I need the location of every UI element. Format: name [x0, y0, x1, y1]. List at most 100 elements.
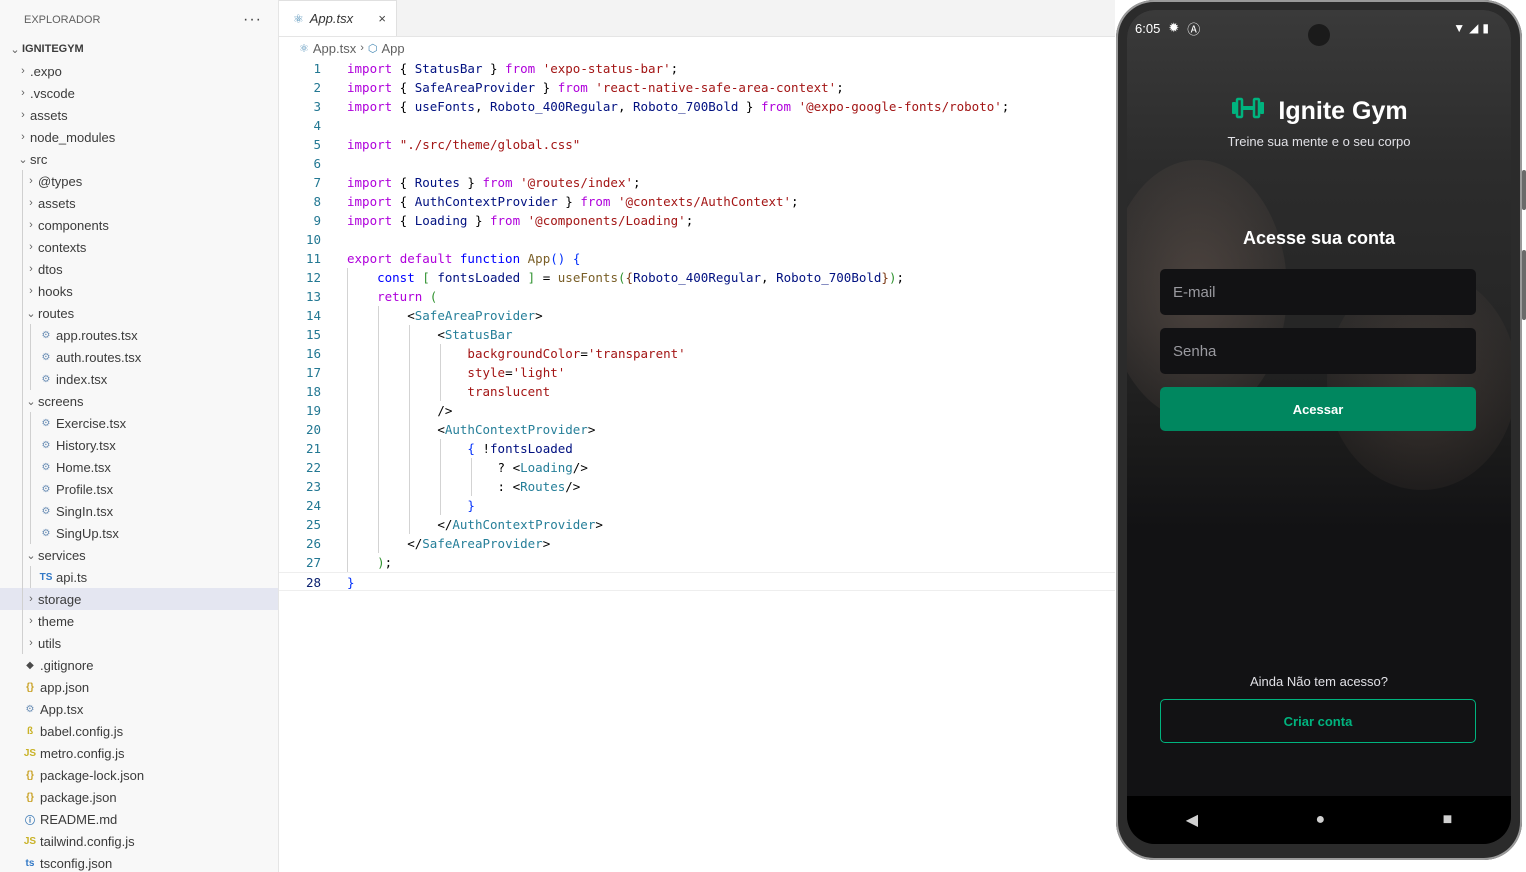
- tree-item-assets[interactable]: › assets: [0, 104, 278, 126]
- code-line[interactable]: 17 style='light': [279, 363, 1115, 382]
- tree-item-services[interactable]: ⌄ services: [0, 544, 278, 566]
- tab-app-tsx[interactable]: ⚛ App.tsx ×: [279, 0, 397, 36]
- code-token: ;: [633, 175, 641, 190]
- tree-item-storage[interactable]: › storage: [0, 588, 278, 610]
- code-line[interactable]: 22 ? <Loading/>: [279, 458, 1115, 477]
- tree-item-home-tsx[interactable]: ⚙ Home.tsx: [0, 456, 278, 478]
- tree-item-package-lock-json[interactable]: {} package-lock.json: [0, 764, 278, 786]
- tree-item-babel-config-js[interactable]: ß babel.config.js: [0, 720, 278, 742]
- tree-item-app-routes-tsx[interactable]: ⚙ app.routes.tsx: [0, 324, 278, 346]
- tree-item-api-ts[interactable]: TS api.ts: [0, 566, 278, 588]
- explorer-root-folder[interactable]: ⌄ IGNITEGYM: [0, 38, 278, 60]
- code-line[interactable]: 14 <SafeAreaProvider>: [279, 306, 1115, 325]
- code-line[interactable]: 13 return (: [279, 287, 1115, 306]
- code-token: import: [347, 194, 393, 209]
- line-number: 2: [313, 80, 321, 95]
- code-line[interactable]: 5 import "./src/theme/global.css": [279, 135, 1115, 154]
- tree-item-label: .vscode: [30, 85, 75, 101]
- code-line[interactable]: 1 import { StatusBar } from 'expo-status-…: [279, 59, 1115, 78]
- code-line[interactable]: 12 const [ fontsLoaded ] = useFonts({Rob…: [279, 268, 1115, 287]
- tree-item-screens[interactable]: ⌄ screens: [0, 390, 278, 412]
- code-line[interactable]: 20 <AuthContextProvider>: [279, 420, 1115, 439]
- breadcrumb-file[interactable]: App.tsx: [313, 41, 356, 56]
- code-line[interactable]: 8 import { AuthContextProvider } from '@c…: [279, 192, 1115, 211]
- code-line[interactable]: 24 }: [279, 496, 1115, 515]
- code-token: import: [347, 213, 393, 228]
- tree-item-tailwind-config-js[interactable]: JS tailwind.config.js: [0, 830, 278, 852]
- code-line[interactable]: 11 export default function App() {: [279, 249, 1115, 268]
- tree-item-app-tsx[interactable]: ⚙ App.tsx: [0, 698, 278, 720]
- code-line[interactable]: 2 import { SafeAreaProvider } from 'react…: [279, 78, 1115, 97]
- code-line[interactable]: 28}: [279, 572, 1115, 591]
- more-actions-icon[interactable]: ···: [243, 11, 262, 29]
- tree-item-exercise-tsx[interactable]: ⚙ Exercise.tsx: [0, 412, 278, 434]
- code-line[interactable]: 6: [279, 154, 1115, 173]
- tree-item-auth-routes-tsx[interactable]: ⚙ auth.routes.tsx: [0, 346, 278, 368]
- tree-item-label: assets: [30, 107, 68, 123]
- login-button[interactable]: Acessar: [1160, 387, 1476, 431]
- code-line[interactable]: 27 );: [279, 553, 1115, 572]
- tree-item-app-json[interactable]: {} app.json: [0, 676, 278, 698]
- code-token: {: [392, 175, 415, 190]
- tree-item-expo[interactable]: › .expo: [0, 60, 278, 82]
- volume-button[interactable]: [1522, 250, 1526, 320]
- code-line[interactable]: 25 </AuthContextProvider>: [279, 515, 1115, 534]
- close-icon[interactable]: ×: [378, 11, 386, 26]
- code-token: import: [347, 99, 393, 114]
- tree-item-singin-tsx[interactable]: ⚙ SingIn.tsx: [0, 500, 278, 522]
- tree-item-package-json[interactable]: {} package.json: [0, 786, 278, 808]
- indent-guide: [30, 522, 31, 544]
- password-field[interactable]: Senha: [1160, 328, 1476, 374]
- tree-item-history-tsx[interactable]: ⚙ History.tsx: [0, 434, 278, 456]
- tree-item-tsconfig-json[interactable]: ts tsconfig.json: [0, 852, 278, 872]
- tree-item-hooks[interactable]: › hooks: [0, 280, 278, 302]
- tree-item-routes[interactable]: ⌄ routes: [0, 302, 278, 324]
- code-line[interactable]: 4: [279, 116, 1115, 135]
- code-line[interactable]: 16 backgroundColor='transparent': [279, 344, 1115, 363]
- code-line[interactable]: 18 translucent: [279, 382, 1115, 401]
- tree-item-utils[interactable]: › utils: [0, 632, 278, 654]
- code-line[interactable]: 21 { !fontsLoaded: [279, 439, 1115, 458]
- code-token: '@contexts/AuthContext': [617, 194, 792, 209]
- code-token: App: [527, 251, 551, 266]
- tree-item-theme[interactable]: › theme: [0, 610, 278, 632]
- tree-item-dtos[interactable]: › dtos: [0, 258, 278, 280]
- code-line[interactable]: 15 <StatusBar: [279, 325, 1115, 344]
- code-line[interactable]: 19 />: [279, 401, 1115, 420]
- power-button[interactable]: [1522, 170, 1526, 210]
- tree-item-metro-config-js[interactable]: JS metro.config.js: [0, 742, 278, 764]
- line-number: 25: [305, 517, 321, 532]
- line-text: <AuthContextProvider>: [347, 420, 595, 439]
- code-line[interactable]: 9 import { Loading } from '@components/Lo…: [279, 211, 1115, 230]
- create-account-button[interactable]: Criar conta: [1160, 699, 1476, 743]
- home-icon[interactable]: ●: [1315, 811, 1325, 829]
- tree-item-gitignore[interactable]: ◆ .gitignore: [0, 654, 278, 676]
- tree-item-index-tsx[interactable]: ⚙ index.tsx: [0, 368, 278, 390]
- back-icon[interactable]: ◀: [1186, 810, 1198, 830]
- code-line[interactable]: 26 </SafeAreaProvider>: [279, 534, 1115, 553]
- code-line[interactable]: 7 import { Routes } from '@routes/index';: [279, 173, 1115, 192]
- recents-icon[interactable]: ■: [1443, 811, 1453, 829]
- code-token: }: [347, 575, 355, 590]
- line-number: 5: [313, 137, 321, 152]
- code-area[interactable]: 1 import { StatusBar } from 'expo-status-…: [279, 59, 1115, 591]
- code-editor: ⚛ App.tsx × ⚛ App.tsx › ⬡ App 1 import { …: [279, 0, 1115, 872]
- tree-item-vscode[interactable]: › .vscode: [0, 82, 278, 104]
- tree-item-node-modules[interactable]: › node_modules: [0, 126, 278, 148]
- tree-item-components[interactable]: › components: [0, 214, 278, 236]
- tree-item-singup-tsx[interactable]: ⚙ SingUp.tsx: [0, 522, 278, 544]
- email-field[interactable]: E-mail: [1160, 269, 1476, 315]
- code-line[interactable]: 10: [279, 230, 1115, 249]
- tree-item-readme-md[interactable]: ⓘ README.md: [0, 808, 278, 830]
- tree-item-types[interactable]: › @types: [0, 170, 278, 192]
- breadcrumb-symbol[interactable]: App: [382, 41, 405, 56]
- tree-item-assets[interactable]: › assets: [0, 192, 278, 214]
- tree-item-src[interactable]: ⌄ src: [0, 148, 278, 170]
- tree-item-profile-tsx[interactable]: ⚙ Profile.tsx: [0, 478, 278, 500]
- tree-item-contexts[interactable]: › contexts: [0, 236, 278, 258]
- code-line[interactable]: 3 import { useFonts, Roboto_400Regular, R…: [279, 97, 1115, 116]
- code-line[interactable]: 23 : <Routes/>: [279, 477, 1115, 496]
- battery-icon: ▮: [1482, 21, 1489, 35]
